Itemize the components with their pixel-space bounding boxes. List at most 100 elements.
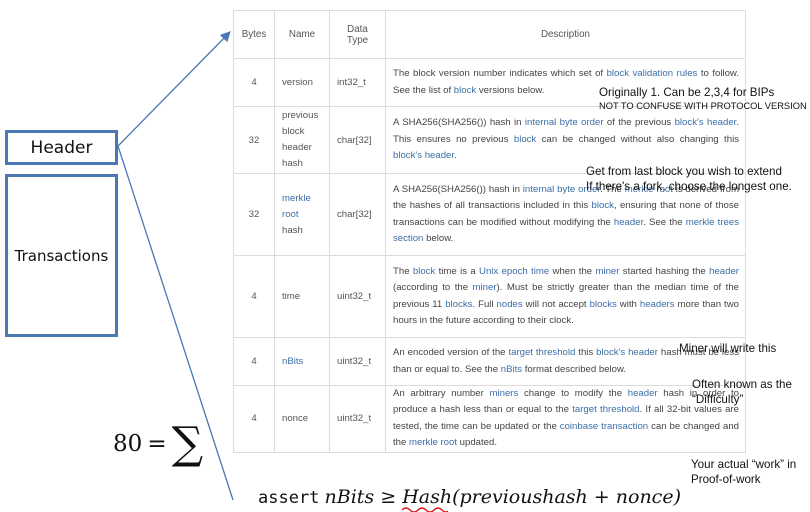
prev-hash-note-2: If there's a fork, choose the longest on… [586, 180, 792, 193]
description-text: started hashing the [619, 265, 710, 277]
nbits-note-2: Often known as the [692, 378, 792, 391]
description-text: can be changed without also changing thi… [536, 133, 739, 145]
col-header-type: Data Type [329, 10, 386, 59]
version-warning: NOT TO CONFUSE WITH PROTOCOL VERSION [599, 101, 807, 111]
description-text: A SHA256(SHA256()) hash in [393, 117, 525, 129]
field-name-suffix: hash [282, 224, 303, 236]
description-text: will not accept [522, 298, 590, 310]
cell-type: uint32_t [329, 385, 386, 453]
field-name: nonce [282, 412, 309, 424]
description-link[interactable]: block's header [596, 347, 658, 358]
description-link[interactable]: coinbase transaction [560, 421, 648, 432]
description-link[interactable]: nodes [497, 299, 523, 310]
transactions-box: Transactions [5, 174, 118, 337]
cell-name: version [274, 58, 330, 107]
field-name: previous block header hash [282, 110, 319, 169]
description-text: this [575, 347, 597, 359]
description-text: change to modify the [518, 388, 628, 399]
cell-name: nonce [274, 385, 330, 453]
header-box-label: Header [30, 137, 93, 158]
sum-number: 80 [113, 431, 143, 457]
description-link[interactable]: block [454, 85, 476, 96]
description-text: An arbitrary number [393, 388, 490, 399]
cell-type: int32_t [329, 58, 386, 107]
cell-bytes: 32 [233, 106, 275, 174]
cell-name: time [274, 255, 330, 338]
block-header-table: Bytes Name Data Type Description 4 versio… [233, 10, 746, 453]
table-row: 4 version int32_t The block version number … [233, 58, 746, 107]
cell-name: previous block header hash [274, 106, 330, 174]
description-link[interactable]: target threshold [572, 404, 639, 415]
description-link[interactable]: header [628, 388, 658, 399]
cell-name: merkle root hash [274, 173, 330, 256]
description-text: time is a [435, 265, 480, 277]
table-row: 4 nBits uint32_t An encoded version of the … [233, 337, 746, 386]
squiggle-underline [402, 507, 449, 512]
assert-hash: Hash [402, 486, 453, 508]
description-link[interactable]: block validation rules [607, 68, 698, 79]
description-text: with [616, 298, 640, 310]
description-link[interactable]: blocks [445, 299, 472, 310]
description-text: . Full [472, 298, 497, 310]
sum-symbol: ∑ [171, 418, 204, 469]
description-text: versions below. [476, 84, 545, 96]
description-link[interactable]: block's header [675, 117, 737, 128]
description-link[interactable]: target threshold [508, 347, 575, 358]
cell-description: The block version number indicates which… [385, 58, 746, 107]
description-link[interactable]: miner [473, 282, 497, 293]
col-header-description: Description [385, 10, 746, 59]
description-text: when the [549, 265, 596, 277]
description-link[interactable]: miner [595, 266, 619, 277]
description-link[interactable]: Unix epoch time [479, 266, 549, 277]
transactions-box-label: Transactions [14, 246, 109, 265]
cell-bytes: 4 [233, 255, 275, 338]
description-text: . [454, 150, 457, 162]
description-text: updated. [457, 437, 498, 449]
assert-hash-wrap: Hash [402, 486, 453, 512]
cell-type: uint32_t [329, 337, 386, 386]
description-text: (according to the [393, 282, 473, 294]
field-name[interactable]: merkle root [282, 193, 311, 220]
description-link[interactable]: miners [489, 388, 518, 399]
assert-lhs: nBits ≥ [324, 486, 403, 508]
cell-bytes: 32 [233, 173, 275, 256]
cell-name: nBits [274, 337, 330, 386]
description-link[interactable]: block [514, 134, 536, 145]
description-text: An encoded version of the [393, 347, 509, 359]
field-name[interactable]: nBits [282, 356, 303, 367]
description-link[interactable]: internal byte order [525, 117, 604, 128]
description-text: A SHA256(SHA256()) hash in [393, 183, 523, 195]
description-link[interactable]: header [709, 266, 739, 277]
version-note: Originally 1. Can be 2,3,4 for BIPs [599, 86, 775, 99]
field-name: version [282, 76, 313, 88]
cell-type: uint32_t [329, 255, 386, 338]
table-row: 4 nonce uint32_t An arbitrary number miners… [233, 385, 746, 453]
description-link[interactable]: block [592, 200, 614, 211]
header-box: Header [5, 130, 118, 165]
nbits-note-3: “Difficulty” [692, 393, 744, 406]
cell-type: char[32] [329, 173, 386, 256]
description-link[interactable]: merkle root [409, 437, 457, 448]
table-header-row: Bytes Name Data Type Description [233, 10, 746, 59]
nbits-note-1: Miner will write this [679, 342, 777, 355]
header-arrow [117, 31, 231, 147]
cell-bytes: 4 [233, 337, 275, 386]
table-row: 32 previous block header hash char[32] A SH… [233, 106, 746, 174]
description-text: of the previous [603, 117, 675, 129]
cell-description: The block time is a Unix epoch time when… [385, 255, 746, 338]
description-link[interactable]: nBits [501, 364, 522, 375]
prev-hash-note-1: Get from last block you wish to extend [586, 165, 782, 178]
col-header-name: Name [274, 10, 330, 59]
description-link[interactable]: block [413, 266, 435, 277]
cell-description: A SHA256(SHA256()) hash in internal byte… [385, 106, 746, 174]
assert-rhs: (previoushash + nonce) [452, 486, 681, 508]
cell-type: char[32] [329, 106, 386, 174]
description-link[interactable]: block's header [393, 150, 454, 161]
field-name: time [282, 290, 301, 302]
description-link[interactable]: header [614, 217, 643, 228]
description-link[interactable]: blocks [590, 299, 617, 310]
header-size-formula: 80 = ∑ [113, 411, 203, 469]
description-link[interactable]: headers [640, 299, 675, 310]
description-text: below. [423, 232, 454, 244]
col-header-bytes: Bytes [233, 10, 275, 59]
